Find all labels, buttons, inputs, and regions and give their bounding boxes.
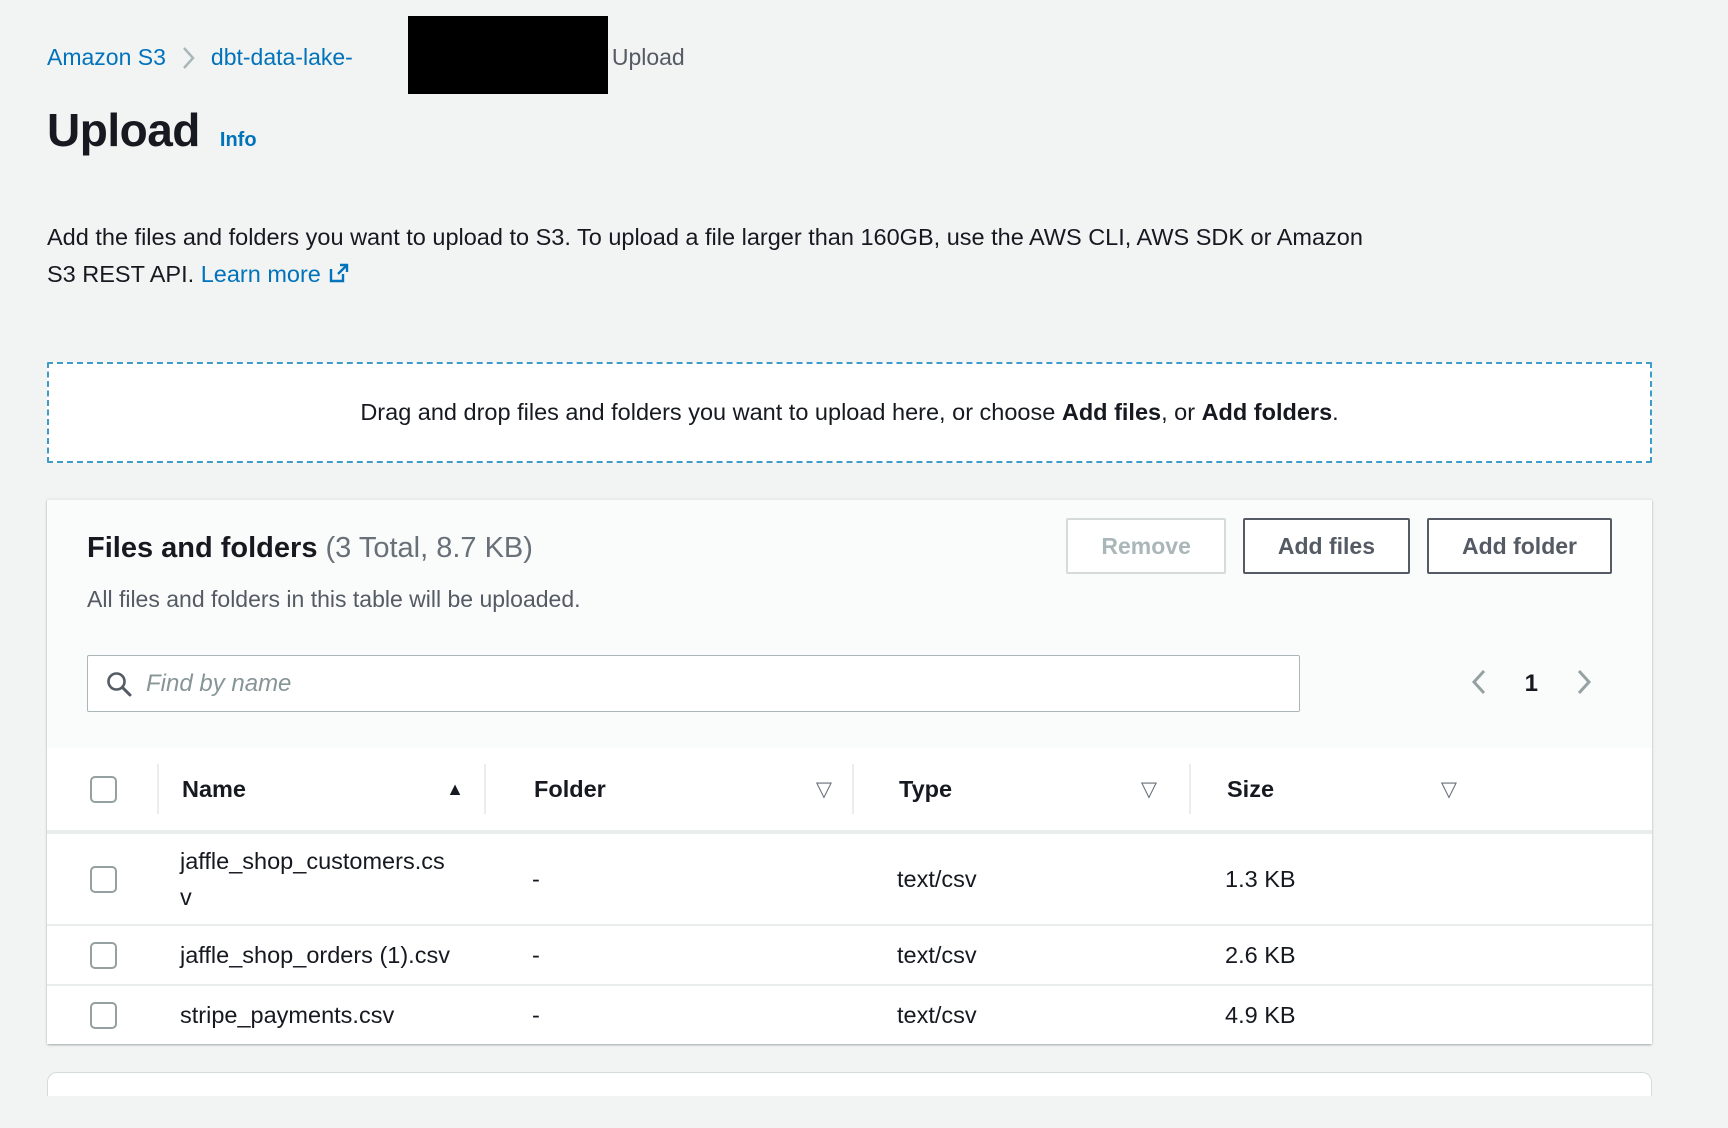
breadcrumb-link-amazon-s3[interactable]: Amazon S3 — [47, 44, 166, 71]
learn-more-link[interactable]: Learn more — [201, 261, 350, 287]
files-panel: Files and folders (3 Total, 8.7 KB) Remo… — [47, 499, 1652, 1044]
next-panel-edge — [47, 1072, 1652, 1096]
search-row: 1 — [87, 655, 1612, 712]
page-title: Upload — [47, 103, 200, 157]
previous-page-button[interactable] — [1469, 666, 1489, 701]
sort-ascending-icon[interactable]: ▲ — [446, 779, 464, 800]
chevron-right-icon — [1574, 666, 1594, 701]
row-checkbox[interactable] — [90, 866, 117, 893]
panel-title: Files and folders (3 Total, 8.7 KB) — [87, 532, 533, 565]
file-folder: - — [484, 937, 852, 973]
table-row: jaffle_shop_customers.csv - text/csv 1.3… — [47, 832, 1652, 924]
intro-line1: Add the files and folders you want to up… — [47, 224, 1363, 250]
search-input[interactable] — [87, 655, 1300, 712]
column-label-type: Type — [899, 776, 952, 803]
filter-icon[interactable]: ▽ — [1141, 777, 1157, 802]
remove-button[interactable]: Remove — [1066, 518, 1225, 574]
table-row: jaffle_shop_orders (1).csv - text/csv 2.… — [47, 924, 1652, 984]
title-row: Upload Info — [47, 103, 1652, 157]
file-type: text/csv — [852, 937, 1189, 973]
panel-actions: Remove Add files Add folder — [1066, 518, 1612, 574]
row-checkbox[interactable] — [90, 1002, 117, 1029]
file-dropzone[interactable]: Drag and drop files and folders you want… — [47, 362, 1652, 463]
panel-note: All files and folders in this table will… — [87, 586, 1612, 613]
dropzone-text-prefix: Drag and drop files and folders you want… — [360, 399, 1062, 425]
learn-more-label: Learn more — [201, 261, 321, 287]
dropzone-add-folders-label: Add folders — [1202, 399, 1333, 425]
row-checkbox-cell — [47, 926, 157, 984]
file-type: text/csv — [852, 861, 1189, 897]
panel-title-text: Files and folders — [87, 532, 317, 564]
panel-header: Files and folders (3 Total, 8.7 KB) Remo… — [87, 500, 1612, 574]
intro-paragraph: Add the files and folders you want to up… — [47, 219, 1517, 296]
redaction-box — [408, 16, 608, 94]
column-label-name: Name — [182, 776, 246, 803]
file-name: stripe_payments.csv — [157, 988, 484, 1042]
column-header-size[interactable]: Size ▽ — [1189, 764, 1519, 814]
breadcrumb: Amazon S3 dbt-data-lake- Upload — [47, 0, 1652, 71]
file-size: 2.6 KB — [1189, 937, 1519, 973]
files-table: Name ▲ Folder ▽ Type ▽ Size ▽ — [47, 748, 1652, 1044]
breadcrumb-link-bucket[interactable]: dbt-data-lake- — [211, 44, 353, 71]
column-header-name[interactable]: Name ▲ — [157, 764, 484, 814]
filter-icon[interactable]: ▽ — [1441, 777, 1457, 802]
panel-count-summary: (3 Total, 8.7 KB) — [326, 532, 533, 564]
row-checkbox-cell — [47, 834, 157, 924]
add-folder-button[interactable]: Add folder — [1427, 518, 1612, 574]
table-header-row: Name ▲ Folder ▽ Type ▽ Size ▽ — [47, 748, 1652, 832]
file-size: 4.9 KB — [1189, 997, 1519, 1033]
file-name: jaffle_shop_customers.csv — [157, 834, 484, 924]
add-files-button[interactable]: Add files — [1243, 518, 1410, 574]
dropzone-text-mid: , or — [1161, 399, 1201, 425]
chevron-right-icon — [182, 45, 195, 71]
page: Amazon S3 dbt-data-lake- Upload Upload I… — [47, 0, 1652, 1096]
file-folder: - — [484, 997, 852, 1033]
breadcrumb-current: Upload — [612, 44, 685, 71]
intro-line2: S3 REST API. — [47, 261, 194, 287]
file-folder: - — [484, 861, 852, 897]
table-row: stripe_payments.csv - text/csv 4.9 KB — [47, 984, 1652, 1044]
row-checkbox[interactable] — [90, 942, 117, 969]
next-page-button[interactable] — [1574, 666, 1594, 701]
search-box — [87, 655, 1300, 712]
file-type: text/csv — [852, 997, 1189, 1033]
dropzone-text-suffix: . — [1332, 399, 1339, 425]
column-header-folder[interactable]: Folder ▽ — [484, 764, 852, 814]
header-checkbox-cell — [47, 748, 157, 830]
dropzone-add-files-label: Add files — [1062, 399, 1161, 425]
page-number[interactable]: 1 — [1525, 670, 1538, 698]
search-icon — [105, 670, 133, 703]
info-link[interactable]: Info — [220, 129, 257, 152]
column-header-type[interactable]: Type ▽ — [852, 764, 1189, 814]
file-size: 1.3 KB — [1189, 861, 1519, 897]
column-label-size: Size — [1227, 776, 1274, 803]
select-all-checkbox[interactable] — [90, 776, 117, 803]
chevron-left-icon — [1469, 666, 1489, 701]
filter-icon[interactable]: ▽ — [816, 777, 832, 802]
external-link-icon — [327, 259, 350, 296]
row-checkbox-cell — [47, 986, 157, 1044]
pagination: 1 — [1469, 666, 1612, 701]
file-name: jaffle_shop_orders (1).csv — [157, 928, 484, 982]
dropzone-text: Drag and drop files and folders you want… — [360, 399, 1338, 426]
column-label-folder: Folder — [534, 776, 606, 803]
